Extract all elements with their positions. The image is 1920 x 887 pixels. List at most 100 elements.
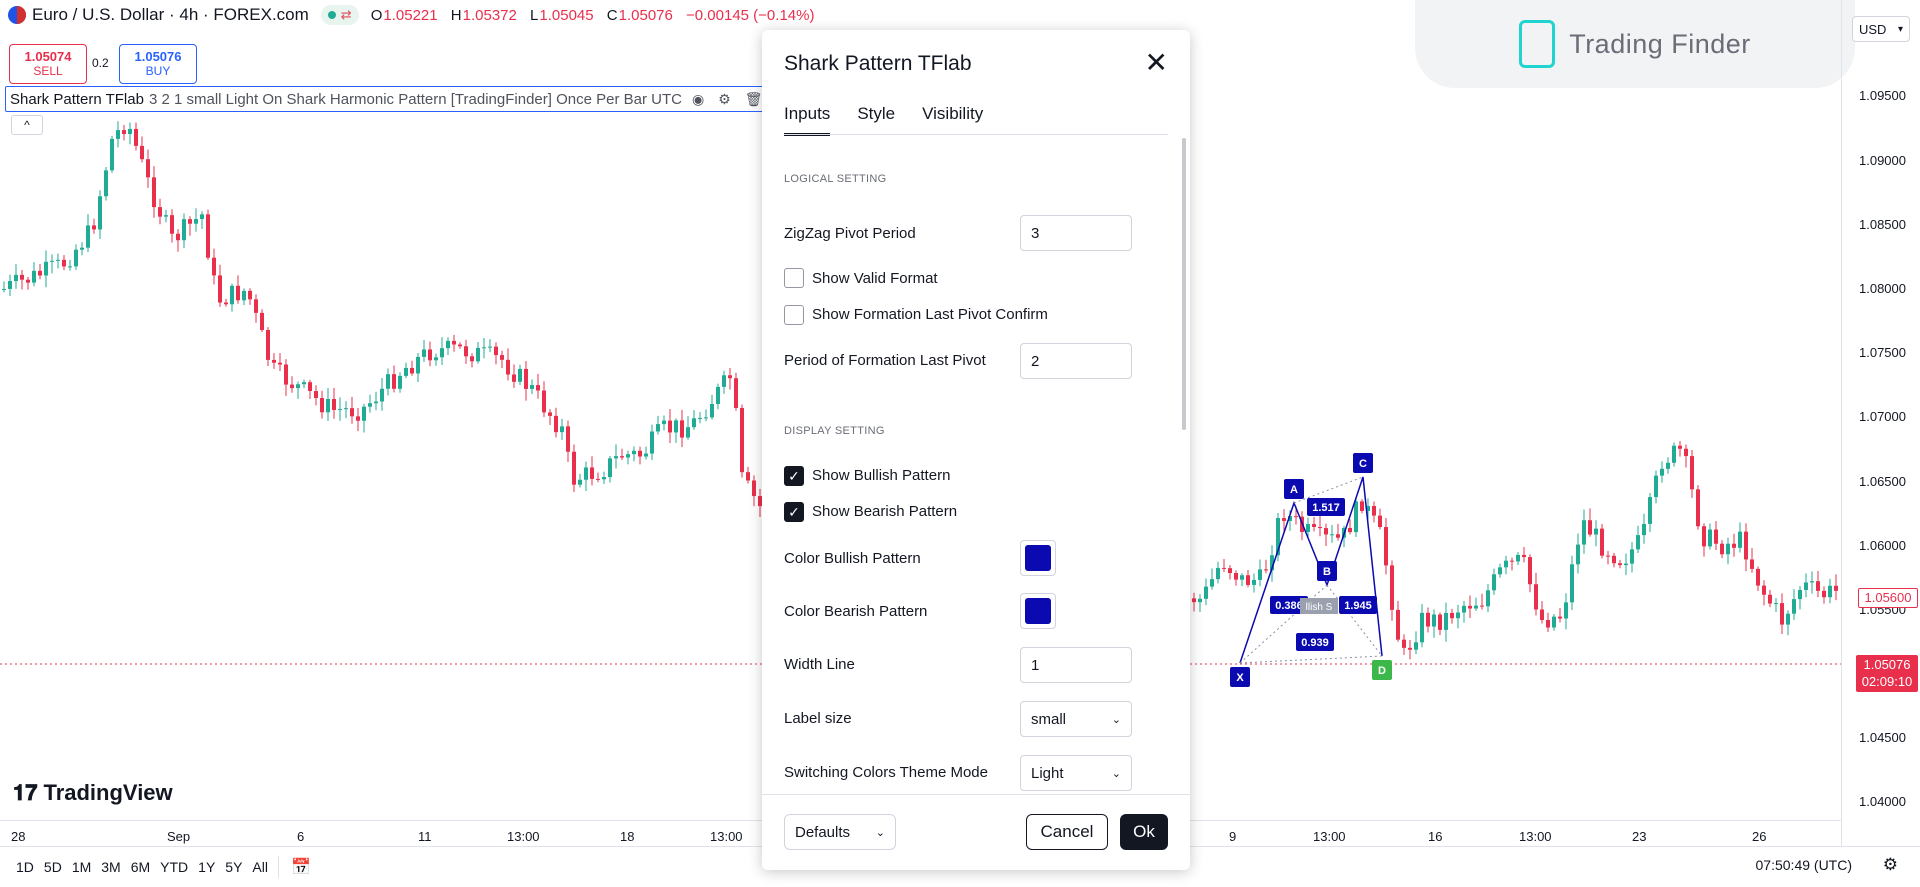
- pattern-point-label: X: [1230, 667, 1250, 687]
- range-1m[interactable]: 1M: [72, 859, 91, 875]
- width-input[interactable]: 1: [1020, 647, 1132, 683]
- show-valid-checkbox[interactable]: [784, 268, 804, 288]
- tab-inputs[interactable]: Inputs: [784, 104, 831, 136]
- time-label: 13:00: [1313, 829, 1346, 844]
- theme-select[interactable]: Light ⌄: [1020, 755, 1132, 791]
- candle-body: [164, 215, 168, 217]
- candle-body: [1726, 543, 1730, 555]
- eye-icon[interactable]: ◉: [692, 91, 704, 108]
- candle-body: [1390, 565, 1394, 610]
- show-formation-checkbox[interactable]: [784, 305, 804, 325]
- candle-body: [536, 385, 540, 391]
- tab-visibility[interactable]: Visibility: [922, 104, 983, 136]
- candle-body: [1408, 647, 1412, 650]
- svg-text:1.945: 1.945: [1344, 600, 1372, 612]
- candle-body: [1660, 468, 1664, 476]
- candle-body: [602, 477, 606, 480]
- candle-body: [710, 403, 714, 418]
- range-1d[interactable]: 1D: [16, 859, 34, 875]
- candle-body: [1204, 586, 1208, 599]
- price-axis[interactable]: 1.09500 1.09000 1.08500 1.08000 1.07500 …: [1841, 0, 1920, 846]
- candle-body: [224, 302, 228, 305]
- candle-body: [716, 386, 720, 404]
- collapse-legend-button[interactable]: ^: [11, 115, 43, 135]
- candle-body: [746, 472, 750, 481]
- range-3m[interactable]: 3M: [101, 859, 120, 875]
- candle-body: [380, 388, 384, 402]
- range-ytd[interactable]: YTD: [160, 859, 188, 875]
- label-size-select[interactable]: small ⌄: [1020, 701, 1132, 737]
- period-input[interactable]: 2: [1020, 343, 1132, 379]
- candle-body: [1744, 531, 1748, 560]
- sell-label: SELL: [33, 64, 63, 78]
- dialog-title: Shark Pattern TFlab: [784, 52, 972, 75]
- calendar-icon[interactable]: 📅: [291, 857, 311, 877]
- price-label: 1.08500: [1859, 217, 1906, 232]
- ok-button[interactable]: Ok: [1120, 814, 1168, 850]
- cancel-button[interactable]: Cancel: [1026, 814, 1108, 850]
- zigzag-input[interactable]: 3: [1020, 215, 1132, 251]
- sell-button[interactable]: 1.05074 SELL: [9, 44, 87, 84]
- candle-body: [1606, 555, 1610, 557]
- candle-body: [1642, 523, 1646, 536]
- buy-button[interactable]: 1.05076 BUY: [119, 44, 197, 84]
- candle-body: [302, 382, 306, 385]
- dialog-tabs: Inputs Style Visibility: [784, 104, 983, 136]
- indicator-legend[interactable]: Shark Pattern TFlab 3 2 1 small Light On…: [5, 86, 764, 112]
- color-bullish-swatch[interactable]: [1020, 540, 1056, 576]
- show-formation-label[interactable]: Show Formation Last Pivot Confirm: [812, 306, 1048, 323]
- width-label: Width Line: [784, 656, 855, 673]
- candle-body: [650, 431, 654, 454]
- candle-body: [1702, 526, 1706, 547]
- settings-icon[interactable]: ⚙: [718, 91, 731, 108]
- range-all[interactable]: All: [252, 859, 268, 875]
- range-1y[interactable]: 1Y: [198, 859, 215, 875]
- indicator-name[interactable]: Shark Pattern TFlab: [10, 91, 144, 108]
- candle-body: [530, 385, 534, 389]
- price-label: 1.04000: [1859, 794, 1906, 809]
- candle-body: [422, 349, 426, 357]
- close-value: 1.05076: [618, 6, 673, 24]
- close-icon[interactable]: ✕: [1145, 49, 1168, 77]
- candle-body: [752, 480, 756, 497]
- compare-icon: ⇄: [340, 7, 352, 22]
- utc-clock[interactable]: 07:50:49 (UTC): [1756, 857, 1852, 873]
- pattern-ratio-line: [1326, 584, 1383, 657]
- price-label: 1.07500: [1859, 345, 1906, 360]
- show-bearish-label[interactable]: Show Bearish Pattern: [812, 503, 957, 520]
- tradingview-logo[interactable]: 𝟏𝟕 TradingView: [13, 780, 173, 806]
- candle-body: [194, 219, 198, 224]
- candle-body: [668, 420, 672, 433]
- show-bullish-checkbox[interactable]: ✓: [784, 466, 804, 486]
- symbol-title[interactable]: Euro / U.S. Dollar · 4h · FOREX.com: [32, 5, 309, 25]
- scrollbar[interactable]: [1182, 138, 1186, 430]
- candle-body: [1618, 563, 1622, 566]
- candle-body: [1414, 642, 1418, 650]
- divider: [277, 856, 279, 878]
- candle-body: [374, 401, 378, 404]
- defaults-dropdown[interactable]: Defaults ⌄: [784, 814, 896, 850]
- tab-style[interactable]: Style: [857, 104, 895, 136]
- price-label: 1.04500: [1859, 730, 1906, 745]
- color-bearish-swatch[interactable]: [1020, 593, 1056, 629]
- show-bearish-checkbox[interactable]: ✓: [784, 502, 804, 522]
- show-bullish-label[interactable]: Show Bullish Pattern: [812, 467, 950, 484]
- range-6m[interactable]: 6M: [131, 859, 150, 875]
- candle-body: [1240, 575, 1244, 580]
- last-price-tag: 1.05076 02:09:10: [1856, 655, 1918, 692]
- chart-settings-icon[interactable]: ⚙: [1883, 855, 1898, 875]
- range-5d[interactable]: 5D: [44, 859, 62, 875]
- candle-body: [1402, 639, 1406, 648]
- time-label: 9: [1229, 829, 1237, 844]
- show-valid-label[interactable]: Show Valid Format: [812, 270, 938, 287]
- time-label: 13:00: [710, 829, 743, 844]
- price-label: 1.06500: [1859, 474, 1906, 489]
- trash-icon[interactable]: 🗑: [745, 91, 763, 108]
- range-5y[interactable]: 5Y: [225, 859, 242, 875]
- candle-body: [1234, 573, 1238, 580]
- candle-body: [1258, 569, 1262, 580]
- candle-body: [1426, 612, 1430, 627]
- candle-body: [1750, 559, 1754, 569]
- color-bullish-label: Color Bullish Pattern: [784, 550, 921, 567]
- market-status-pill[interactable]: ⇄: [320, 5, 359, 25]
